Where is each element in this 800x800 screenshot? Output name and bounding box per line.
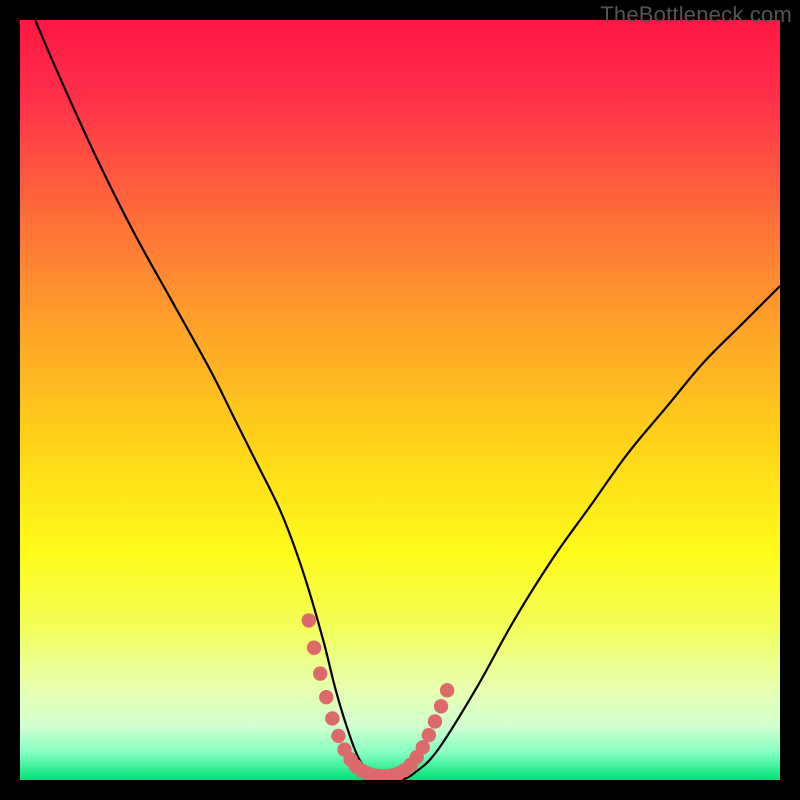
- watermark-text: TheBottleneck.com: [600, 2, 792, 28]
- plot-area: [20, 20, 780, 780]
- outer-frame: TheBottleneck.com: [0, 0, 800, 800]
- marker-dot: [331, 729, 345, 743]
- marker-dot: [325, 711, 339, 725]
- marker-dot: [428, 714, 442, 728]
- chart-canvas: [20, 20, 780, 780]
- marker-dot: [440, 683, 454, 697]
- marker-dot: [319, 690, 333, 704]
- marker-dot: [434, 699, 448, 713]
- marker-dot: [313, 666, 327, 680]
- gradient-background: [20, 20, 780, 780]
- marker-dot: [422, 728, 436, 742]
- marker-dot: [307, 641, 321, 655]
- marker-dot: [302, 613, 316, 627]
